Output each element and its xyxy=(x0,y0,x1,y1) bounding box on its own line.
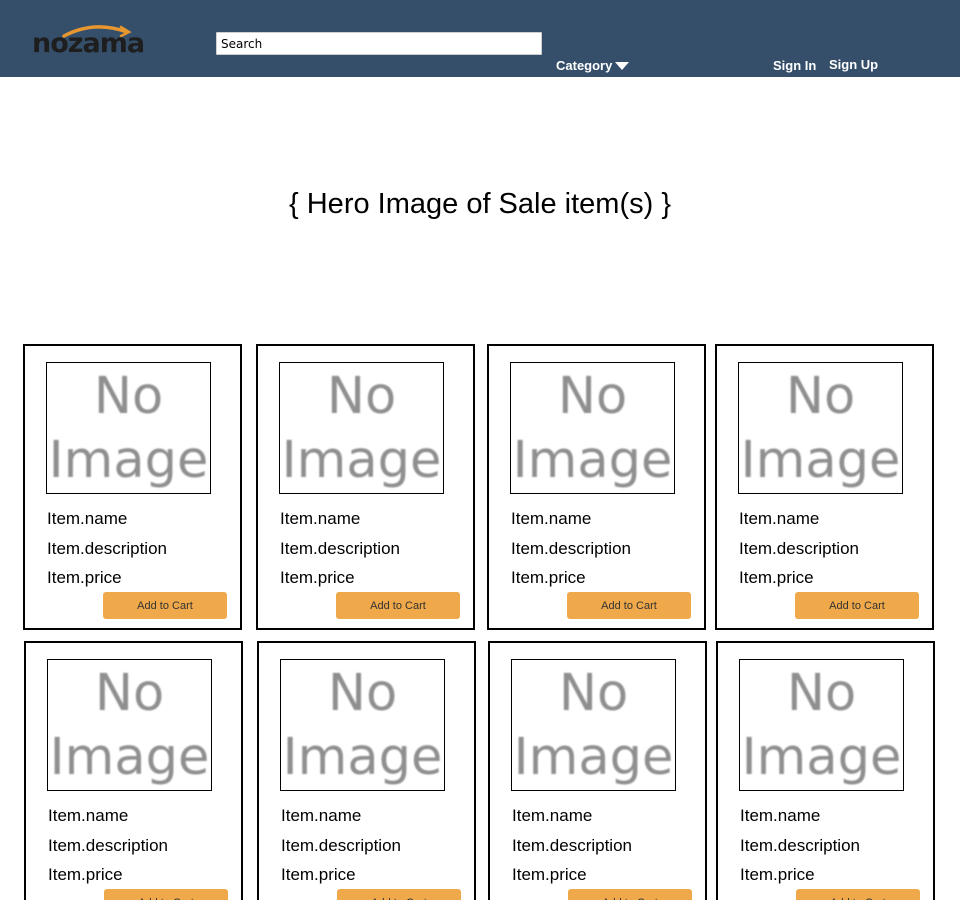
add-to-cart-button[interactable]: Add to Cart xyxy=(336,592,460,619)
no-image-line2: Image xyxy=(48,431,209,490)
item-price: Item.price xyxy=(48,865,123,884)
item-description: Item.description xyxy=(280,539,400,558)
search-input[interactable] xyxy=(216,32,542,55)
sign-up-link[interactable]: Sign Up xyxy=(829,57,878,72)
add-to-cart-button[interactable]: Add to Cart xyxy=(796,889,920,900)
no-image-line1: No xyxy=(786,664,857,723)
item-description: Item.description xyxy=(281,836,401,855)
item-name: Item.name xyxy=(280,509,361,528)
no-image-line2: Image xyxy=(741,728,902,787)
add-to-cart-button[interactable]: Add to Cart xyxy=(568,889,692,900)
no-image-placeholder: No Image xyxy=(739,659,904,791)
item-price: Item.price xyxy=(740,865,815,884)
item-name: Item.name xyxy=(281,806,362,825)
sign-in-link[interactable]: Sign In xyxy=(773,58,816,73)
product-card[interactable]: No Image Item.name Item.description Item.pri… xyxy=(487,344,706,630)
no-image-placeholder: No Image xyxy=(280,659,445,791)
no-image-placeholder: No Image xyxy=(511,659,676,791)
category-label: Category xyxy=(556,58,613,73)
item-name: Item.name xyxy=(511,509,592,528)
item-description: Item.description xyxy=(739,539,859,558)
add-to-cart-button[interactable]: Add to Cart xyxy=(337,889,461,900)
no-image-line1: No xyxy=(94,664,165,723)
add-to-cart-button[interactable]: Add to Cart xyxy=(567,592,691,619)
caret-down-icon xyxy=(615,62,630,70)
no-image-line1: No xyxy=(327,664,398,723)
item-description: Item.description xyxy=(511,539,631,558)
category-dropdown[interactable]: Category xyxy=(556,58,630,73)
no-image-placeholder: No Image xyxy=(738,362,903,494)
item-price: Item.price xyxy=(47,568,122,587)
no-image-line2: Image xyxy=(740,431,901,490)
product-card[interactable]: No Image Item.name Item.description Item.pri… xyxy=(716,641,935,900)
item-description: Item.description xyxy=(48,836,168,855)
hero-placeholder: { Hero Image of Sale item(s) } xyxy=(289,188,671,220)
no-image-placeholder: No Image xyxy=(46,362,211,494)
no-image-line1: No xyxy=(93,367,164,426)
add-to-cart-button[interactable]: Add to Cart xyxy=(795,592,919,619)
item-price: Item.price xyxy=(512,865,587,884)
logo-text: nozama xyxy=(32,28,145,59)
no-image-line1: No xyxy=(557,367,628,426)
add-to-cart-button[interactable]: Add to Cart xyxy=(103,592,227,619)
item-price: Item.price xyxy=(511,568,586,587)
item-description: Item.description xyxy=(512,836,632,855)
item-name: Item.name xyxy=(512,806,593,825)
item-name: Item.name xyxy=(739,509,820,528)
product-card[interactable]: No Image Item.name Item.description Item.pri… xyxy=(24,641,243,900)
page: nozama Category Sign In Sign Up { Hero I… xyxy=(0,0,960,900)
no-image-placeholder: No Image xyxy=(279,362,444,494)
product-card[interactable]: No Image Item.name Item.description Item.pri… xyxy=(256,344,475,630)
top-header: nozama Category Sign In Sign Up xyxy=(0,0,960,77)
product-card[interactable]: No Image Item.name Item.description Item.pri… xyxy=(715,344,934,630)
add-to-cart-button[interactable]: Add to Cart xyxy=(104,889,228,900)
item-name: Item.name xyxy=(47,509,128,528)
no-image-line1: No xyxy=(326,367,397,426)
no-image-line1: No xyxy=(785,367,856,426)
item-description: Item.description xyxy=(47,539,167,558)
product-card[interactable]: No Image Item.name Item.description Item.pri… xyxy=(488,641,707,900)
item-price: Item.price xyxy=(280,568,355,587)
item-name: Item.name xyxy=(48,806,129,825)
no-image-line1: No xyxy=(558,664,629,723)
no-image-line2: Image xyxy=(513,728,674,787)
nozama-logo[interactable]: nozama xyxy=(32,22,152,62)
no-image-line2: Image xyxy=(281,431,442,490)
no-image-line2: Image xyxy=(512,431,673,490)
item-name: Item.name xyxy=(740,806,821,825)
no-image-line2: Image xyxy=(282,728,443,787)
no-image-placeholder: No Image xyxy=(510,362,675,494)
item-price: Item.price xyxy=(281,865,356,884)
item-description: Item.description xyxy=(740,836,860,855)
item-price: Item.price xyxy=(739,568,814,587)
product-card[interactable]: No Image Item.name Item.description Item.pri… xyxy=(23,344,242,630)
no-image-line2: Image xyxy=(49,728,210,787)
product-card[interactable]: No Image Item.name Item.description Item.pri… xyxy=(257,641,476,900)
no-image-placeholder: No Image xyxy=(47,659,212,791)
